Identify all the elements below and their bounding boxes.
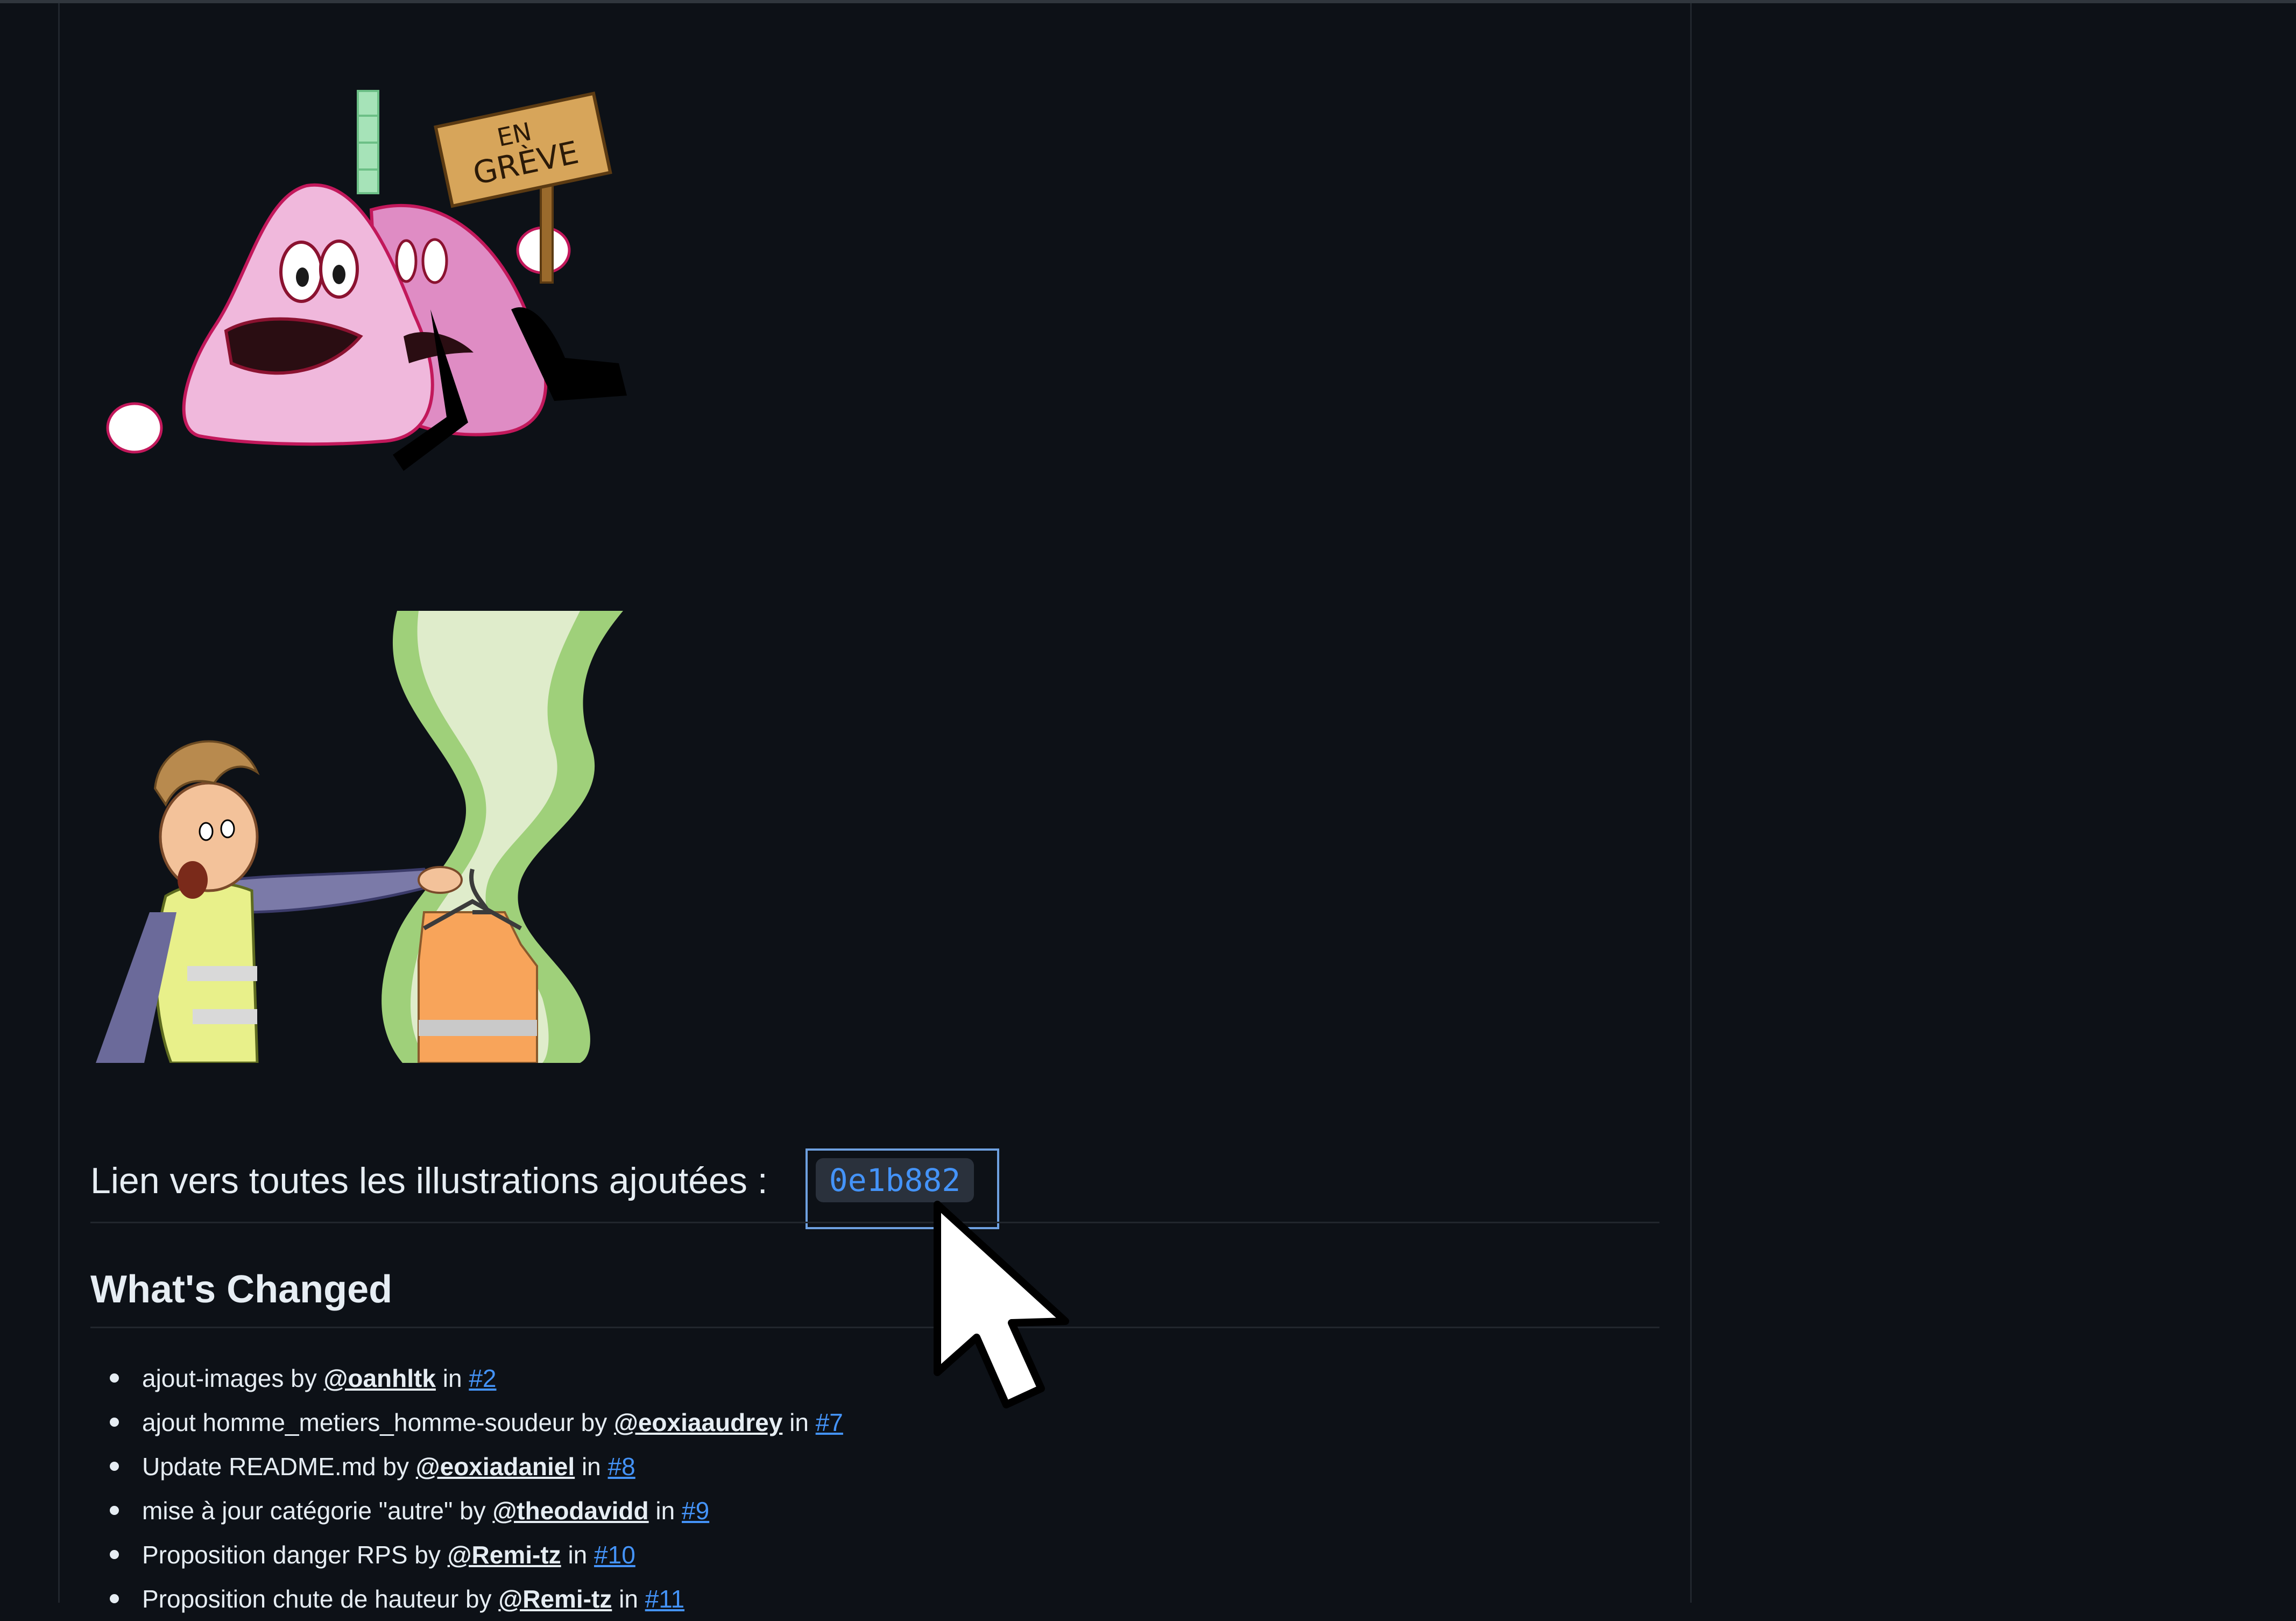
user-link[interactable]: @oanhltk — [324, 1364, 436, 1392]
change-title: Update README.md — [142, 1453, 376, 1481]
pr-link[interactable]: #8 — [608, 1453, 635, 1481]
user-link[interactable]: @eoxiaaudrey — [614, 1408, 782, 1436]
change-title: Proposition danger RPS — [142, 1541, 408, 1569]
user-link[interactable]: @Remi-tz — [448, 1541, 561, 1569]
list-item: ajout homme_metiers_homme-soudeur by @eo… — [90, 1400, 1651, 1444]
whats-changed-heading: What's Changed — [90, 1268, 393, 1311]
bullet — [110, 1594, 119, 1603]
in-label: in — [442, 1364, 462, 1392]
by-label: by — [383, 1453, 409, 1481]
heading-divider-2 — [90, 1327, 1659, 1328]
pr-link[interactable]: #7 — [816, 1408, 843, 1436]
list-item: Proposition chute de hauteur by @Remi-tz… — [90, 1577, 1651, 1621]
user-link[interactable]: @theodavidd — [492, 1497, 648, 1525]
change-title: ajout homme_metiers_homme-soudeur — [142, 1408, 574, 1436]
bullet — [110, 1418, 119, 1427]
bullet — [110, 1506, 119, 1515]
in-label: in — [581, 1453, 601, 1481]
changes-list: ajout-images by @oanhltk in #2 ajout hom… — [90, 1356, 1651, 1621]
user-link[interactable]: @eoxiadaniel — [416, 1453, 575, 1481]
list-item: Update README.md by @eoxiadaniel in #8 — [90, 1444, 1651, 1489]
by-label: by — [581, 1408, 607, 1436]
list-item: Proposition danger RPS by @Remi-tz in #1… — [90, 1533, 1651, 1577]
bullet — [110, 1462, 119, 1471]
pr-link[interactable]: #10 — [594, 1541, 635, 1569]
worker-vest-illustration — [96, 611, 628, 1063]
lungs-strike-illustration: EN GRÈVE — [102, 83, 630, 492]
change-title: ajout-images — [142, 1364, 284, 1392]
heading-divider-1 — [90, 1222, 1659, 1223]
change-title: Proposition chute de hauteur — [142, 1585, 459, 1613]
mouse-pointer-icon — [931, 1200, 1082, 1418]
list-item: ajout-images by @oanhltk in #2 — [90, 1356, 1651, 1400]
by-label: by — [414, 1541, 441, 1569]
by-label: by — [465, 1585, 492, 1613]
pr-link[interactable]: #2 — [469, 1364, 496, 1392]
in-label: in — [655, 1497, 675, 1525]
bullet — [110, 1550, 119, 1559]
change-title: mise à jour catégorie "autre" — [142, 1497, 453, 1525]
pr-link[interactable]: #11 — [645, 1585, 684, 1613]
illustrations-link-heading: Lien vers toutes les illustrations ajout… — [90, 1160, 768, 1201]
by-label: by — [291, 1364, 317, 1392]
in-label: in — [568, 1541, 588, 1569]
pr-link[interactable]: #9 — [682, 1497, 709, 1525]
bullet — [110, 1373, 119, 1383]
by-label: by — [460, 1497, 486, 1525]
in-label: in — [789, 1408, 809, 1436]
user-link[interactable]: @Remi-tz — [498, 1585, 612, 1613]
in-label: in — [619, 1585, 638, 1613]
list-item: mise à jour catégorie "autre" by @theoda… — [90, 1489, 1651, 1533]
